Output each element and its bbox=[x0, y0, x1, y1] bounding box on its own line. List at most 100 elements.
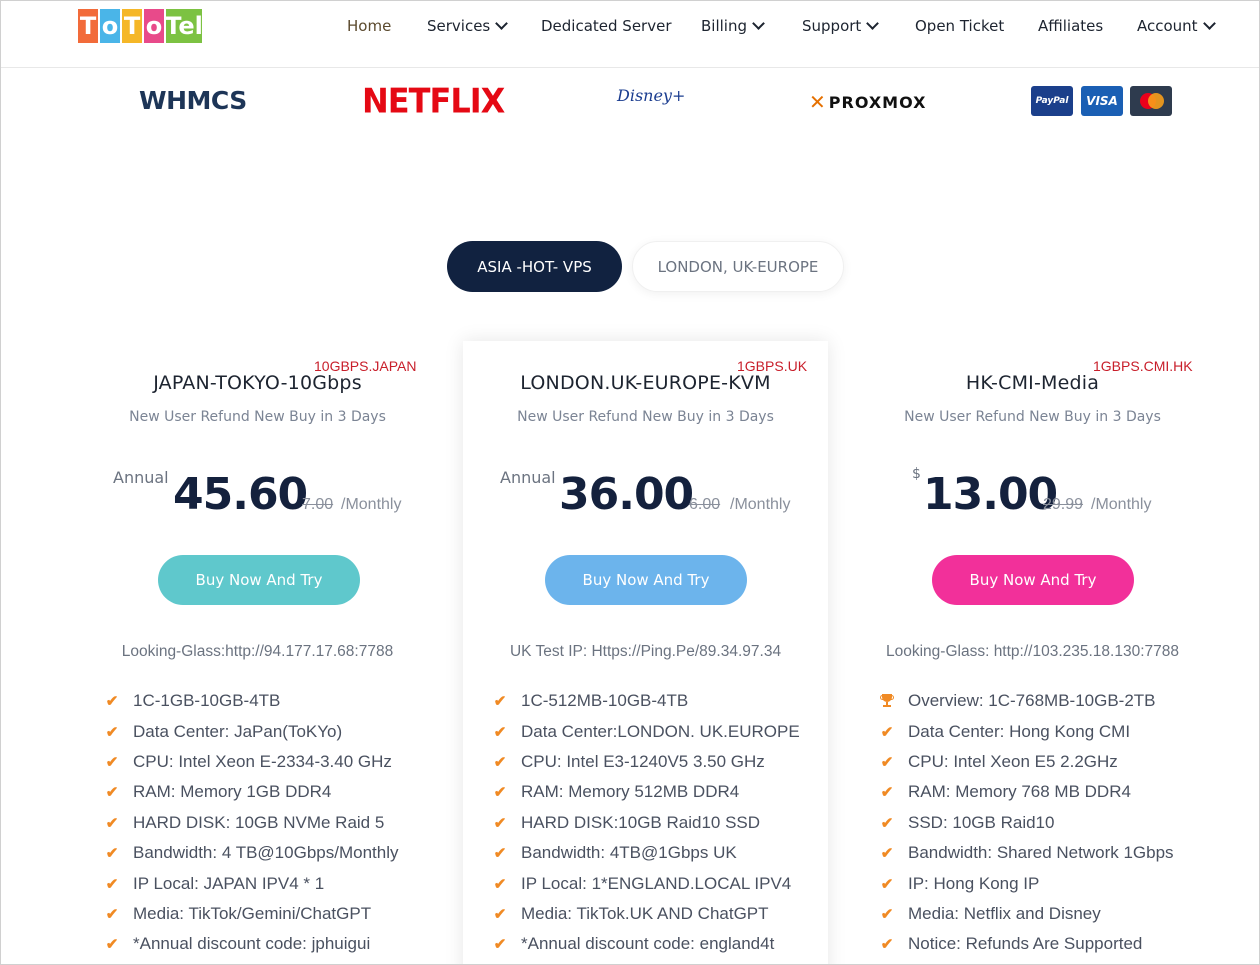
list-item: ✔ HARD DISK:10GB Raid10 SSD bbox=[493, 812, 761, 832]
list-item: ✔ Notice: Refunds Are Supported bbox=[880, 934, 1143, 954]
check-icon: ✔ bbox=[493, 814, 507, 832]
check-icon: ✔ bbox=[880, 723, 894, 741]
disney-logo-text: Disney+ bbox=[617, 86, 686, 105]
check-icon: ✔ bbox=[880, 875, 894, 893]
list-item: ✔ RAM: Memory 768 MB DDR4 bbox=[880, 782, 1131, 802]
price-amount: 36.00 bbox=[559, 469, 694, 520]
plan-price: Annual 36.00 6.00 /Monthly bbox=[463, 462, 828, 522]
check-icon: ✔ bbox=[493, 875, 507, 893]
tab-london-uk-europe[interactable]: LONDON, UK-EUROPE bbox=[632, 241, 844, 292]
list-item: ✔ IP: Hong Kong IP bbox=[880, 873, 1040, 893]
check-icon: ✔ bbox=[105, 753, 119, 771]
visa-icon: VISA bbox=[1081, 86, 1123, 116]
feature-list: ✔ 1C-512MB-10GB-4TB ✔ Data Center:LONDON. … bbox=[493, 686, 800, 960]
nav-support[interactable]: Support bbox=[802, 17, 880, 35]
check-icon: ✔ bbox=[493, 905, 507, 923]
whmcs-logo: WHMCS bbox=[139, 86, 247, 115]
list-item: ✔ Media: Netflix and Disney bbox=[880, 903, 1101, 923]
list-item: ✔ HARD DISK: 10GB NVMe Raid 5 bbox=[105, 812, 385, 832]
nav-open-ticket[interactable]: Open Ticket bbox=[915, 17, 1004, 35]
check-icon: ✔ bbox=[105, 723, 119, 741]
list-item: Overview: 1C-768MB-10GB-2TB bbox=[880, 686, 1174, 716]
list-item: ✔ IP Local: 1*ENGLAND.LOCAL IPV4 bbox=[493, 873, 792, 893]
plan-price: Annual 45.60 7.00 /Monthly bbox=[75, 462, 440, 522]
list-item: ✔ Data Center: JaPan(ToKYo) bbox=[105, 721, 343, 741]
list-item: ✔ Media: TikTok/Gemini/ChatGPT bbox=[105, 903, 372, 923]
list-item: ✔ SSD: 10GB Raid10 bbox=[880, 812, 1055, 832]
nav-affiliates[interactable]: Affiliates bbox=[1038, 17, 1103, 35]
check-icon: ✔ bbox=[105, 905, 119, 923]
plan-subtitle: New User Refund New Buy in 3 Days bbox=[517, 409, 774, 425]
check-icon: ✔ bbox=[105, 784, 119, 802]
site-header: T o T o Tel Home Services Dedicated Serv… bbox=[0, 0, 1260, 68]
nav-billing-label: Billing bbox=[701, 17, 747, 35]
nav-billing[interactable]: Billing bbox=[701, 17, 765, 35]
feature-list: ✔ 1C-1GB-10GB-4TB ✔ Data Center: JaPan(ToK… bbox=[105, 686, 399, 960]
list-item: ✔ CPU: Intel Xeon E-2334-3.40 GHz bbox=[105, 751, 392, 771]
price-old: 7.00 bbox=[302, 496, 334, 513]
check-icon: ✔ bbox=[105, 875, 119, 893]
netflix-logo-text: NETFLIX bbox=[362, 81, 505, 121]
disney-plus-logo: Disney+ bbox=[617, 86, 685, 105]
nav-affiliates-label: Affiliates bbox=[1038, 17, 1104, 35]
list-item: ✔ *Annual discount code: jphuigui bbox=[105, 934, 371, 954]
plan-card-hk: 1GBPS.CMI.HK HK-CMI-Media New User Refun… bbox=[850, 341, 1215, 965]
list-item: ✔ CPU: Intel E3-1240V5 3.50 GHz bbox=[493, 751, 765, 771]
check-icon: ✔ bbox=[493, 723, 507, 741]
check-icon: ✔ bbox=[880, 905, 894, 923]
buy-now-button[interactable]: Buy Now And Try bbox=[158, 555, 360, 605]
check-icon: ✔ bbox=[880, 784, 894, 802]
nav-open-ticket-label: Open Ticket bbox=[915, 17, 1005, 35]
plan-subtitle: New User Refund New Buy in 3 Days bbox=[904, 409, 1161, 425]
plan-subtitle: New User Refund New Buy in 3 Days bbox=[129, 409, 386, 425]
visa-label: VISA bbox=[1086, 94, 1118, 108]
nav-home[interactable]: Home bbox=[347, 17, 391, 35]
whmcs-logo-text: WHMCS bbox=[139, 86, 247, 115]
tab-asia-hot-vps[interactable]: ASIA -HOT- VPS bbox=[447, 241, 622, 292]
list-item: ✔ IP Local: JAPAN IPV4 * 1 bbox=[105, 873, 325, 893]
list-item: ✔ CPU: Intel Xeon E5 2.2GHz bbox=[880, 751, 1118, 771]
plan-price: $ 13.00 29.99 /Monthly bbox=[850, 462, 1215, 522]
nav-services[interactable]: Services bbox=[427, 17, 509, 35]
list-item: ✔ Media: TikTok.UK AND ChatGPT bbox=[493, 903, 769, 923]
price-period: /Monthly bbox=[1091, 496, 1152, 513]
chevron-down-icon bbox=[1202, 17, 1216, 30]
mastercard-icon bbox=[1130, 86, 1172, 116]
list-item: ✔ RAM: Memory 1GB DDR4 bbox=[105, 782, 332, 802]
test-ip-text: UK Test IP: Https://Ping.Pe/89.34.97.34 bbox=[509, 643, 782, 660]
price-old: 6.00 bbox=[689, 496, 721, 513]
plan-title: LONDON.UK-EUROPE-KVM bbox=[520, 372, 771, 394]
check-icon: ✔ bbox=[493, 936, 507, 954]
proxmox-x-icon: ✕ bbox=[809, 90, 827, 114]
looking-glass-text: Looking-Glass:http://94.177.17.68:7788 bbox=[121, 643, 394, 660]
check-icon: ✔ bbox=[493, 693, 507, 711]
proxmox-logo-text: PROXMOX bbox=[828, 92, 927, 112]
list-item: ✔ *Annual discount code: england4t bbox=[493, 934, 775, 954]
looking-glass-text: Looking-Glass: http://103.235.18.130:778… bbox=[886, 643, 1179, 660]
buy-now-button[interactable]: Buy Now And Try bbox=[932, 555, 1134, 605]
buy-now-button[interactable]: Buy Now And Try bbox=[545, 555, 747, 605]
list-item: ✔ 1C-512MB-10GB-4TB bbox=[493, 691, 689, 711]
check-icon: ✔ bbox=[880, 814, 894, 832]
nav-services-label: Services bbox=[427, 17, 491, 35]
nav-account[interactable]: Account bbox=[1137, 17, 1216, 35]
list-item: ✔ Bandwidth: 4TB@1Gbps UK bbox=[493, 843, 737, 863]
price-prefix: Annual bbox=[500, 468, 556, 487]
check-icon: ✔ bbox=[880, 936, 894, 954]
plan-title: HK-CMI-Media bbox=[965, 372, 1100, 394]
proxmox-logo: ✕ PROXMOX bbox=[809, 90, 926, 114]
price-old: 29.99 bbox=[1043, 496, 1084, 513]
nav-home-label: Home bbox=[347, 17, 392, 35]
list-item: ✔ 1C-1GB-10GB-4TB bbox=[105, 691, 281, 711]
plan-title: JAPAN-TOKYO-10Gbps bbox=[153, 372, 362, 394]
check-icon: ✔ bbox=[493, 845, 507, 863]
feature-list: Overview: 1C-768MB-10GB-2TB ✔ Data Center… bbox=[880, 686, 1174, 960]
plan-card-japan: 10GBPS.JAPAN JAPAN-TOKYO-10Gbps New User… bbox=[75, 341, 440, 965]
nav-dedicated-server[interactable]: Dedicated Server bbox=[541, 17, 672, 35]
check-icon: ✔ bbox=[880, 845, 894, 863]
check-icon: ✔ bbox=[880, 753, 894, 771]
tab-london-uk-europe-label: LONDON, UK-EUROPE bbox=[657, 257, 819, 276]
plan-card-london: 1GBPS.UK LONDON.UK-EUROPE-KVM New User R… bbox=[463, 341, 828, 965]
currency-symbol: $ bbox=[912, 466, 921, 482]
price-prefix: Annual bbox=[113, 468, 169, 487]
